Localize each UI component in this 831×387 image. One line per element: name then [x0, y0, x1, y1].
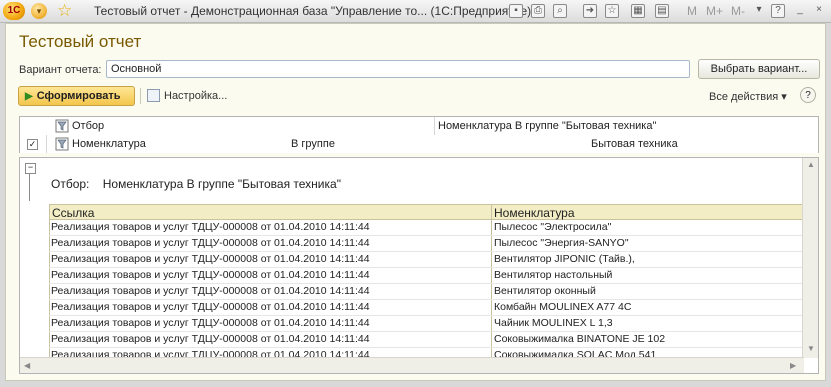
- app-logo-icon[interactable]: 1С: [3, 2, 25, 20]
- report-window: Тестовый отчет Вариант отчета: Основной …: [5, 23, 826, 381]
- vertical-scrollbar[interactable]: ▲ ▼: [802, 158, 818, 358]
- print-icon[interactable]: ⎙: [531, 4, 545, 18]
- cell-nomenclature[interactable]: Пылесос "Энергия-SANYO": [494, 236, 629, 251]
- bookmark-icon[interactable]: ☆: [605, 4, 619, 18]
- report-filter-label: Отбор:: [51, 177, 90, 191]
- horizontal-scrollbar[interactable]: ◀ ▶: [20, 357, 804, 373]
- memory-minus-button[interactable]: M-: [731, 4, 745, 18]
- column-header-link[interactable]: Ссылка: [49, 204, 491, 220]
- cell-link[interactable]: Реализация товаров и услуг ТДЦУ-000008 о…: [51, 284, 370, 299]
- report-rows: Реализация товаров и услуг ТДЦУ-000008 о…: [49, 220, 804, 364]
- filter-settings-table: Отбор Номенклатура В группе "Бытовая тех…: [19, 116, 819, 153]
- filter-funnel-icon: [55, 119, 69, 133]
- table-row[interactable]: Реализация товаров и услуг ТДЦУ-000008 о…: [49, 332, 804, 348]
- help-button[interactable]: ?: [800, 87, 816, 103]
- report-filter-value: Номенклатура В группе "Бытовая техника": [102, 177, 341, 191]
- memory-m-button[interactable]: M: [687, 4, 697, 18]
- all-actions-button[interactable]: Все действия ▾: [709, 90, 787, 103]
- column-divider: [46, 135, 47, 153]
- dropdown-arrow-icon[interactable]: ▾: [752, 4, 766, 18]
- filter-header-label: Отбор: [72, 120, 105, 132]
- cell-nomenclature[interactable]: Чайник MOULINEX L 1,3: [494, 316, 613, 331]
- filter-item-row[interactable]: ✓ Номенклатура В группе Бытовая техника: [20, 135, 818, 153]
- save-icon[interactable]: ▪: [509, 4, 523, 18]
- scroll-right-icon[interactable]: ▶: [790, 361, 796, 370]
- filter-item-checkbox[interactable]: ✓: [27, 139, 38, 150]
- cell-nomenclature[interactable]: Вентилятор настольный: [494, 268, 612, 283]
- main-menu-icon[interactable]: ▾: [31, 3, 47, 19]
- cell-nomenclature[interactable]: Вентилятор оконный: [494, 284, 596, 299]
- cell-nomenclature[interactable]: Комбайн MOULINEX A77 4C: [494, 300, 631, 315]
- filter-item-field: Номенклатура: [72, 138, 146, 150]
- filter-header-row[interactable]: Отбор Номенклатура В группе "Бытовая тех…: [20, 117, 818, 136]
- navigate-icon[interactable]: ➜: [583, 4, 597, 18]
- table-row[interactable]: Реализация товаров и услуг ТДЦУ-000008 о…: [49, 284, 804, 300]
- generate-button[interactable]: ▶ Сформировать: [18, 86, 135, 106]
- table-row[interactable]: Реализация товаров и услуг ТДЦУ-000008 о…: [49, 268, 804, 284]
- variant-label: Вариант отчета:: [19, 64, 102, 76]
- variant-field[interactable]: Основной: [106, 60, 690, 78]
- close-icon[interactable]: ×: [812, 4, 826, 18]
- table-row[interactable]: Реализация товаров и услуг ТДЦУ-000008 о…: [49, 236, 804, 252]
- table-row[interactable]: Реализация товаров и услуг ТДЦУ-000008 о…: [49, 252, 804, 268]
- cell-link[interactable]: Реализация товаров и услуг ТДЦУ-000008 о…: [51, 236, 370, 251]
- filter-item-condition[interactable]: В группе: [291, 135, 335, 153]
- settings-button[interactable]: Настройка...: [164, 90, 227, 102]
- table-row[interactable]: Реализация товаров и услуг ТДЦУ-000008 о…: [49, 220, 804, 236]
- form-title: Тестовый отчет: [19, 32, 142, 51]
- cell-link[interactable]: Реализация товаров и услуг ТДЦУ-000008 о…: [51, 268, 370, 283]
- cell-link[interactable]: Реализация товаров и услуг ТДЦУ-000008 о…: [51, 316, 370, 331]
- preview-icon[interactable]: ⌕: [553, 4, 567, 18]
- column-divider: [434, 117, 435, 135]
- report-filter-caption: Отбор: Номенклатура В группе "Бытовая те…: [51, 177, 341, 191]
- cell-link[interactable]: Реализация товаров и услуг ТДЦУ-000008 о…: [51, 332, 370, 347]
- title-bar: 1С ▾ ☆ Тестовый отчет - Демонстрационная…: [0, 0, 831, 23]
- column-header-nomenclature[interactable]: Номенклатура: [491, 204, 804, 220]
- favorites-star-icon[interactable]: ☆: [57, 1, 72, 21]
- play-icon: ▶: [25, 91, 33, 102]
- cell-nomenclature[interactable]: Пылесос "Электросила": [494, 220, 611, 235]
- minimize-icon[interactable]: _: [793, 4, 807, 18]
- calculator-icon[interactable]: ▦: [631, 4, 645, 18]
- scroll-up-icon[interactable]: ▲: [807, 160, 815, 169]
- generate-button-label: Сформировать: [36, 90, 121, 102]
- toolbar-divider: [140, 88, 141, 104]
- report-result-area: − Отбор: Номенклатура В группе "Бытовая …: [19, 157, 819, 374]
- group-bracket-line: [29, 173, 30, 201]
- scroll-down-icon[interactable]: ▼: [807, 344, 815, 353]
- cell-link[interactable]: Реализация товаров и услуг ТДЦУ-000008 о…: [51, 300, 370, 315]
- cell-nomenclature[interactable]: Вентилятор JIPONIC (Тайв.),: [494, 252, 635, 267]
- memory-plus-button[interactable]: M+: [706, 4, 723, 18]
- cell-nomenclature[interactable]: Соковыжималка BINATONE JE 102: [494, 332, 665, 347]
- choose-variant-button[interactable]: Выбрать вариант...: [698, 59, 820, 79]
- table-row[interactable]: Реализация товаров и услуг ТДЦУ-000008 о…: [49, 300, 804, 316]
- filter-header-value: Номенклатура В группе "Бытовая техника": [438, 120, 657, 132]
- filter-item-value[interactable]: Бытовая техника: [591, 135, 678, 153]
- filter-field-icon: [55, 137, 69, 151]
- table-row[interactable]: Реализация товаров и услуг ТДЦУ-000008 о…: [49, 316, 804, 332]
- help-icon[interactable]: ?: [771, 4, 785, 18]
- cell-link[interactable]: Реализация товаров и услуг ТДЦУ-000008 о…: [51, 220, 370, 235]
- all-actions-label: Все действия: [709, 91, 779, 103]
- calendar-icon[interactable]: ▤: [655, 4, 669, 18]
- scroll-left-icon[interactable]: ◀: [24, 361, 30, 370]
- window-title: Тестовый отчет - Демонстрационная база "…: [94, 4, 532, 18]
- cell-link[interactable]: Реализация товаров и услуг ТДЦУ-000008 о…: [51, 252, 370, 267]
- settings-icon[interactable]: [147, 89, 160, 102]
- group-collapse-button[interactable]: −: [25, 163, 36, 174]
